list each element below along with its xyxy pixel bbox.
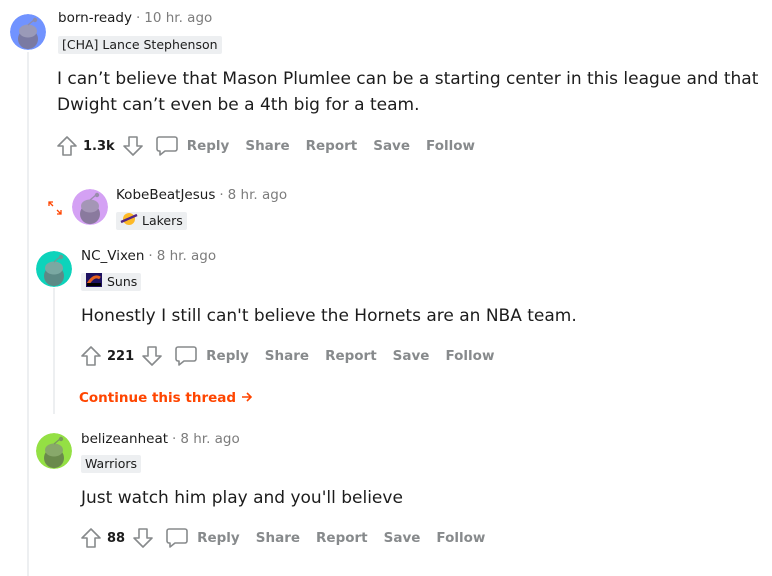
- upvote-icon[interactable]: [79, 344, 103, 368]
- reply-label: Reply: [206, 348, 249, 364]
- username[interactable]: NC_Vixen: [81, 248, 144, 264]
- timestamp[interactable]: 8 hr. ago: [180, 431, 239, 447]
- share-button[interactable]: Share: [265, 348, 309, 364]
- avatar[interactable]: [36, 433, 72, 469]
- thread-line-root[interactable]: [27, 52, 29, 576]
- arrow-right-icon: [241, 390, 253, 406]
- suns-logo-icon: [85, 272, 103, 293]
- continue-thread-link[interactable]: Continue this thread: [79, 390, 253, 406]
- comment-meta: born-ready · 10 hr. ago: [58, 9, 212, 27]
- comment-meta: belizeanheat · 8 hr. ago: [81, 430, 240, 448]
- save-button[interactable]: Save: [373, 138, 410, 154]
- separator: ·: [172, 431, 177, 447]
- comment-body-line: Dwight can’t even be a 4th big for a tea…: [57, 95, 420, 115]
- vote-score: 1.3k: [83, 138, 115, 154]
- user-flair: Lakers: [116, 212, 187, 230]
- reply-button[interactable]: Reply: [174, 345, 249, 367]
- continue-thread-label: Continue this thread: [79, 390, 237, 406]
- username[interactable]: born-ready: [58, 10, 132, 26]
- user-flair: [CHA] Lance Stephenson: [58, 36, 222, 54]
- comment-actions: 221 Reply Share Report Save Follow: [79, 342, 494, 370]
- flair-text: Suns: [107, 274, 138, 289]
- expand-icon[interactable]: [47, 200, 63, 216]
- report-button[interactable]: Report: [316, 530, 368, 546]
- upvote-icon[interactable]: [79, 526, 103, 550]
- follow-button[interactable]: Follow: [445, 348, 494, 364]
- save-button[interactable]: Save: [384, 530, 421, 546]
- next-comment-avatar[interactable]: [38, 570, 56, 576]
- separator: ·: [135, 10, 141, 26]
- avatar[interactable]: [72, 189, 108, 225]
- save-button[interactable]: Save: [393, 348, 430, 364]
- report-button[interactable]: Report: [306, 138, 358, 154]
- avatar[interactable]: [36, 251, 72, 287]
- comment-meta: NC_Vixen · 8 hr. ago: [81, 247, 216, 265]
- downvote-icon[interactable]: [121, 134, 145, 158]
- comment-body: Just watch him play and you'll believe: [81, 488, 403, 508]
- user-flair: Warriors: [81, 455, 142, 473]
- comment-actions: 1.3k Reply Share Report Save Follow: [55, 132, 475, 160]
- comment-bubble-icon: [165, 527, 189, 549]
- timestamp[interactable]: 8 hr. ago: [157, 248, 216, 264]
- comment-bubble-icon: [155, 135, 179, 157]
- avatar[interactable]: [10, 14, 46, 50]
- separator: ·: [219, 187, 224, 203]
- comment-bubble-icon: [174, 345, 198, 367]
- comment-body: I can’t believe that Mason Plumlee can b…: [57, 66, 758, 118]
- share-button[interactable]: Share: [245, 138, 289, 154]
- thread-line-nc-vixen[interactable]: [53, 288, 55, 414]
- flair-text: Lakers: [142, 213, 183, 228]
- report-button[interactable]: Report: [325, 348, 377, 364]
- reply-button[interactable]: Reply: [155, 135, 230, 157]
- follow-button[interactable]: Follow: [426, 138, 475, 154]
- separator: ·: [148, 248, 153, 264]
- timestamp[interactable]: 8 hr. ago: [228, 187, 287, 203]
- upvote-icon[interactable]: [55, 134, 79, 158]
- username[interactable]: KobeBeatJesus: [116, 187, 215, 203]
- reply-label: Reply: [186, 138, 230, 154]
- comment-actions: 88 Reply Share Report Save Follow: [79, 524, 485, 552]
- flair-text: [CHA] Lance Stephenson: [62, 37, 218, 52]
- downvote-icon[interactable]: [131, 526, 155, 550]
- comment-meta: KobeBeatJesus · 8 hr. ago: [116, 186, 287, 204]
- follow-button[interactable]: Follow: [436, 530, 485, 546]
- user-flair: Suns: [81, 272, 142, 293]
- vote-score: 88: [107, 530, 126, 546]
- reply-button[interactable]: Reply: [165, 527, 240, 549]
- comment-body: Honestly I still can't believe the Horne…: [81, 306, 577, 326]
- timestamp[interactable]: 10 hr. ago: [144, 10, 212, 26]
- vote-score: 221: [107, 348, 135, 364]
- flair-text: Warriors: [85, 456, 138, 471]
- lakers-logo-icon: [120, 212, 138, 231]
- username[interactable]: belizeanheat: [81, 431, 168, 447]
- reply-label: Reply: [197, 530, 240, 546]
- comment-body-line: I can’t believe that Mason Plumlee can b…: [57, 69, 759, 89]
- downvote-icon[interactable]: [140, 344, 164, 368]
- share-button[interactable]: Share: [256, 530, 300, 546]
